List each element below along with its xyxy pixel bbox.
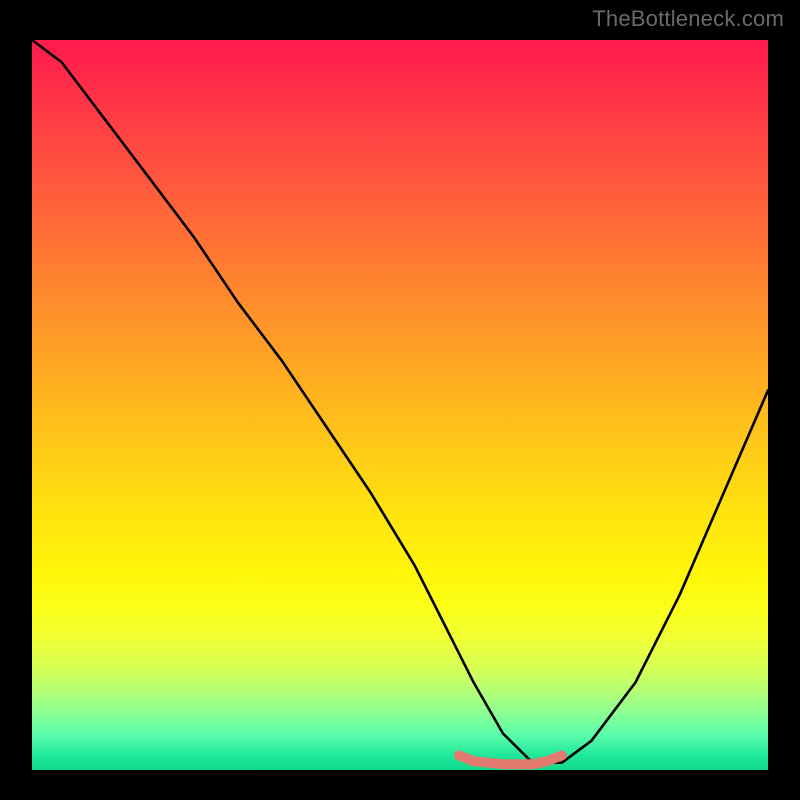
chart-plot-area: [32, 40, 768, 770]
watermark-text: TheBottleneck.com: [592, 6, 784, 32]
chart-svg: [32, 40, 768, 770]
optimal-range-marker: [459, 755, 562, 764]
chart-frame: TheBottleneck.com: [0, 0, 800, 800]
bottleneck-curve: [32, 40, 768, 763]
